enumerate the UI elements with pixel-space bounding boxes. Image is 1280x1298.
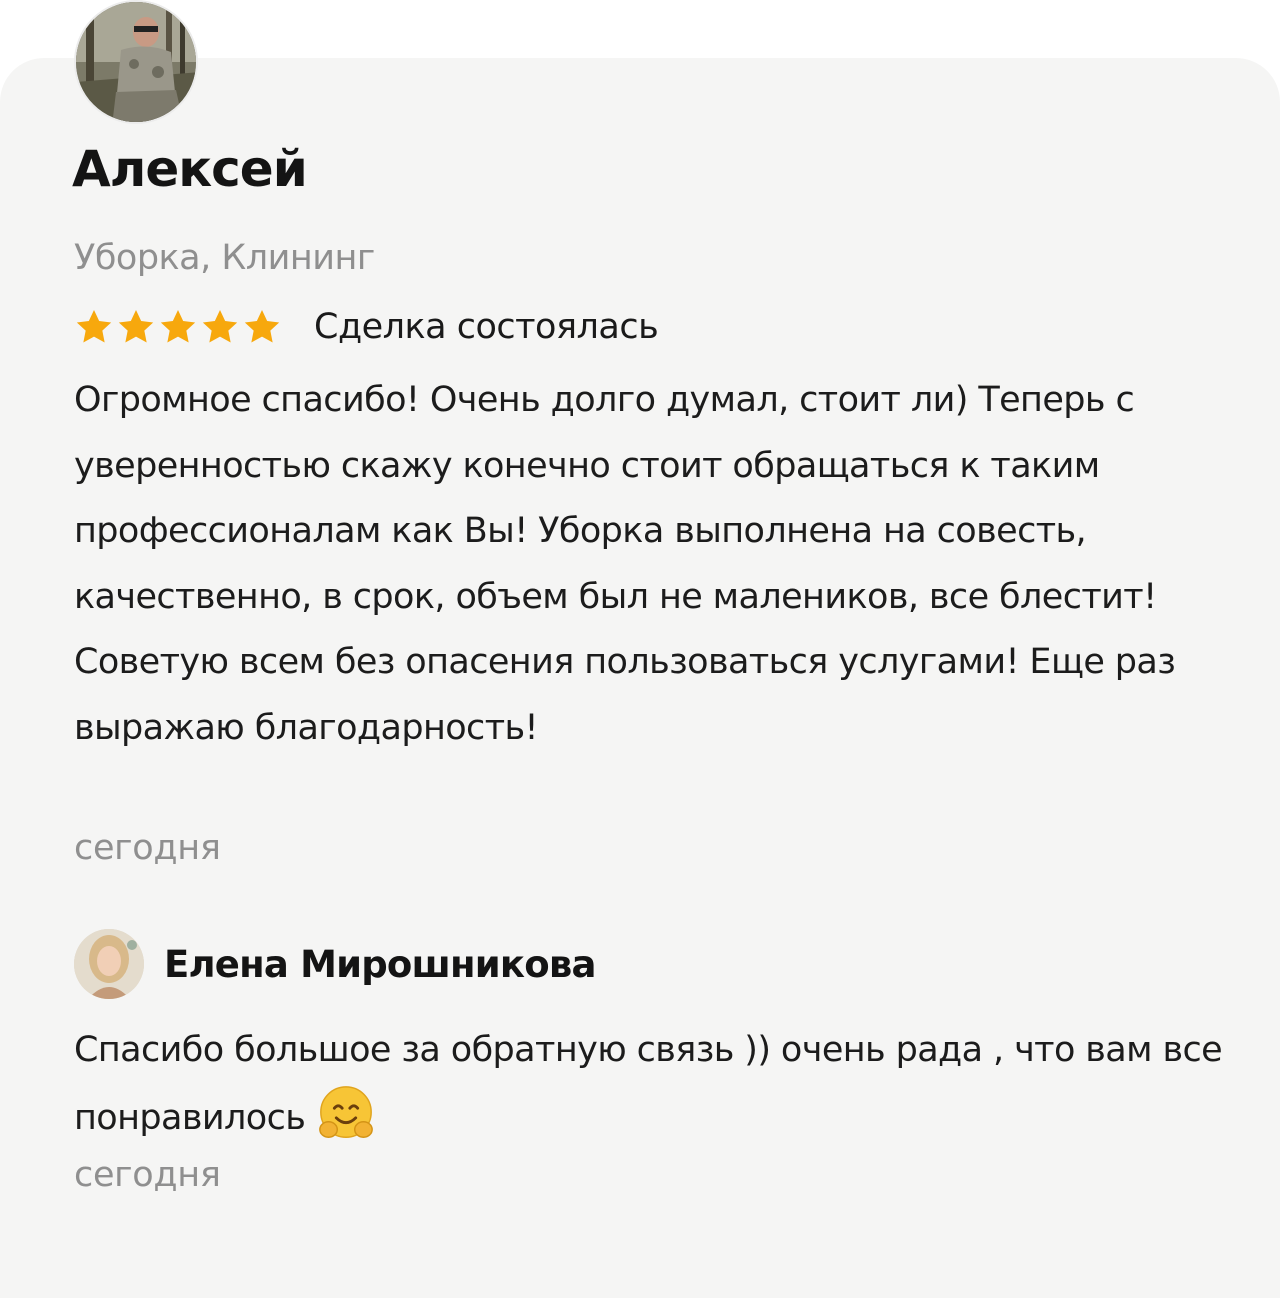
service-category: Уборка, Клининг bbox=[74, 238, 375, 278]
star-rating bbox=[74, 307, 282, 347]
reply-text: Спасибо большое за обратную связь )) оче… bbox=[74, 1030, 1223, 1138]
reply-text-block: Спасибо большое за обратную связь )) оче… bbox=[74, 1018, 1224, 1151]
review-date: сегодня bbox=[74, 828, 221, 868]
reply-avatar[interactable] bbox=[74, 929, 144, 999]
star-icon bbox=[76, 310, 112, 343]
deal-status: Сделка состоялась bbox=[314, 307, 659, 347]
author-photo bbox=[76, 2, 196, 122]
star-icon bbox=[160, 310, 196, 343]
author-avatar[interactable] bbox=[74, 0, 198, 124]
reply-date: сегодня bbox=[74, 1155, 221, 1195]
seller-reply: Елена Мирошникова Спасибо большое за обр… bbox=[74, 928, 1224, 1195]
star-icon bbox=[202, 310, 238, 343]
review-text: Огромное спасибо! Очень долго думал, сто… bbox=[74, 380, 1176, 748]
author-name[interactable]: Алексей bbox=[72, 140, 308, 198]
rating-row: Сделка состоялась bbox=[74, 304, 659, 350]
reply-header: Елена Мирошникова bbox=[74, 928, 1224, 1000]
star-icon bbox=[118, 310, 154, 343]
reply-author-name[interactable]: Елена Мирошникова bbox=[164, 943, 596, 986]
star-icon bbox=[244, 310, 280, 343]
reply-photo bbox=[74, 929, 144, 999]
hugging-face-icon bbox=[319, 1086, 374, 1138]
